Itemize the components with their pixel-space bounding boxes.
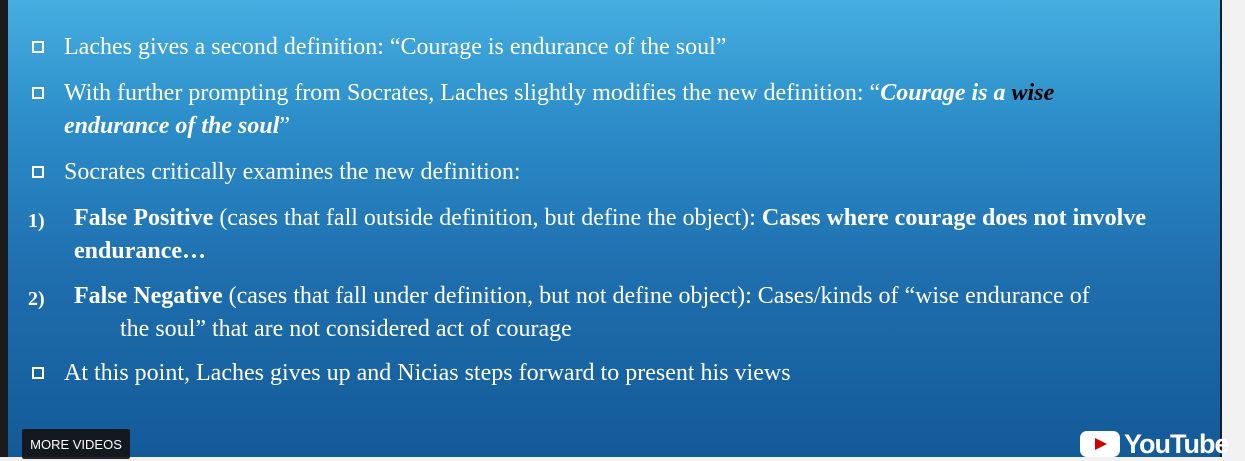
bullet-text: With further prompting from Socrates, La… xyxy=(28,77,1190,143)
checkbox-bullet-icon xyxy=(32,87,44,99)
bullet-item-4: At this point, Laches gives up and Nicia… xyxy=(28,357,1190,390)
youtube-play-icon xyxy=(1080,431,1120,457)
text-run-emphasis: Courage is a xyxy=(880,80,1012,106)
bullet-item-3: Socrates critically examines the new def… xyxy=(28,156,1190,189)
bullet-item-1: Laches gives a second definition: “Coura… xyxy=(28,31,1190,64)
checkbox-bullet-icon xyxy=(32,41,44,53)
numbered-text: False Negative (cases that fall under de… xyxy=(28,280,1190,346)
more-videos-button[interactable]: MORE VIDEOS xyxy=(22,429,130,459)
bullet-text: At this point, Laches gives up and Nicia… xyxy=(64,360,791,386)
numbered-item-2: 2) False Negative (cases that fall under… xyxy=(28,280,1190,346)
bullet-item-2: With further prompting from Socrates, La… xyxy=(28,77,1190,143)
text-run-highlight: wise xyxy=(1011,80,1055,106)
youtube-logo[interactable]: YouTube xyxy=(1080,428,1229,459)
bullet-text: Socrates critically examines the new def… xyxy=(64,159,521,185)
checkbox-bullet-icon xyxy=(32,367,44,379)
text-run-emphasis: endurance of the soul xyxy=(64,113,280,139)
bullet-text: Laches gives a second definition: “Coura… xyxy=(64,34,727,60)
checkbox-bullet-icon xyxy=(32,166,44,178)
numbered-item-1: 1) False Positive (cases that fall outsi… xyxy=(28,202,1190,268)
text-run: the soul” that are not considered act of… xyxy=(120,316,572,342)
text-run: (cases that fall outside definition, but… xyxy=(213,205,762,231)
text-run: (cases that fall under definition, but n… xyxy=(222,283,1090,309)
youtube-wordmark: YouTube xyxy=(1124,428,1229,459)
text-run: With further prompting from Socrates, La… xyxy=(64,80,881,106)
item-number: 1) xyxy=(28,210,45,232)
text-run: ” xyxy=(279,113,291,139)
numbered-text: False Positive (cases that fall outside … xyxy=(28,202,1190,268)
item-number: 2) xyxy=(28,288,45,310)
text-run-bold: False Positive xyxy=(74,205,214,231)
video-frame[interactable]: Laches gives a second definition: “Coura… xyxy=(0,0,1222,457)
text-run-bold: False Negative xyxy=(74,283,223,309)
